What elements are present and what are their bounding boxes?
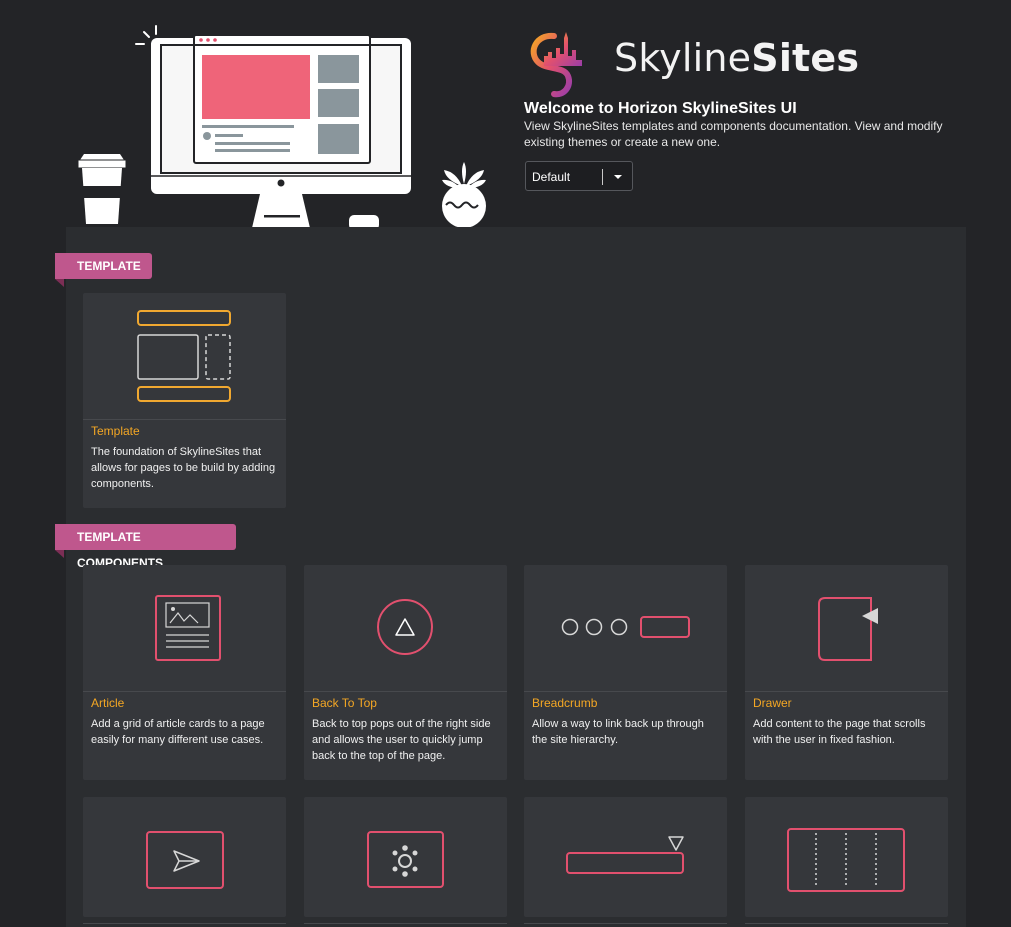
- card-thumbnail: [83, 565, 286, 692]
- card-article[interactable]: Article Add a grid of article cards to a…: [83, 565, 286, 780]
- loader-icon: [367, 831, 444, 888]
- card-title: Template: [91, 424, 140, 438]
- columns-icon: [787, 828, 905, 892]
- ribbon-fold: [55, 279, 64, 287]
- card-breadcrumb[interactable]: Breadcrumb Allow a way to link back up t…: [524, 565, 727, 780]
- section-ribbon-template-components: TEMPLATE COMPONENTS: [55, 524, 236, 570]
- card-thumbnail: [524, 565, 727, 692]
- hero-illustration: [77, 25, 486, 230]
- card-thumbnail: [745, 797, 948, 924]
- card-thumbnail: [304, 565, 507, 692]
- card-title: Back To Top: [312, 696, 377, 710]
- welcome-description: View SkylineSites templates and componen…: [524, 119, 943, 149]
- card-thumbnail: [83, 293, 286, 420]
- card-back-to-top[interactable]: Back To Top Back to top pops out of the …: [304, 565, 507, 780]
- section-ribbon-template: TEMPLATE: [55, 253, 152, 287]
- send-icon: [146, 831, 224, 889]
- card-description: Allow a way to link back up through the …: [532, 718, 704, 746]
- brand-name-light: Skyline: [614, 36, 752, 80]
- section-label: TEMPLATE COMPONENTS: [77, 530, 164, 570]
- card-description: Back to top pops out of the right side a…: [312, 718, 491, 762]
- card-description: The foundation of SkylineSites that allo…: [91, 446, 276, 490]
- theme-select[interactable]: Default: [525, 161, 633, 191]
- skyline-logo-icon: [530, 32, 582, 98]
- brand-name-bold: Sites: [751, 36, 860, 80]
- coffee-cup-icon: [77, 154, 127, 224]
- article-icon: [155, 595, 221, 661]
- plant-icon: [442, 162, 486, 228]
- brand-name: SkylineSites: [614, 36, 859, 80]
- chevron-down-icon[interactable]: [614, 175, 622, 179]
- card-thumbnail: [304, 797, 507, 924]
- drawer-icon: [818, 597, 878, 661]
- card-title: Breadcrumb: [532, 696, 598, 710]
- card-thumbnail: [83, 797, 286, 924]
- card-title: Drawer: [753, 696, 792, 710]
- back-to-top-icon: [377, 599, 433, 655]
- monitor-illustration: [151, 34, 411, 228]
- card-component-columns[interactable]: [745, 797, 948, 924]
- card-component-send[interactable]: [83, 797, 286, 924]
- breadcrumb-icon: [561, 616, 690, 638]
- card-description: Add a grid of article cards to a page ea…: [91, 718, 265, 746]
- card-thumbnail: [524, 797, 727, 924]
- card-component-dropdown[interactable]: [524, 797, 727, 924]
- card-component-loader[interactable]: [304, 797, 507, 924]
- card-thumbnail: [745, 565, 948, 692]
- card-template[interactable]: Template The foundation of SkylineSites …: [83, 293, 286, 508]
- card-description: Add content to the page that scrolls wit…: [753, 718, 926, 746]
- ribbon-fold: [55, 550, 64, 558]
- welcome-title: Welcome to Horizon SkylineSites UI: [524, 100, 797, 117]
- template-layout-icon: [137, 310, 231, 402]
- theme-select-value: Default: [532, 170, 571, 184]
- theme-select-separator: [602, 169, 603, 185]
- card-title: Article: [91, 696, 125, 710]
- section-label: TEMPLATE: [77, 259, 141, 273]
- card-drawer[interactable]: Drawer Add content to the page that scro…: [745, 565, 948, 780]
- dropdown-icon: [566, 836, 684, 874]
- brand: SkylineSites: [524, 26, 859, 98]
